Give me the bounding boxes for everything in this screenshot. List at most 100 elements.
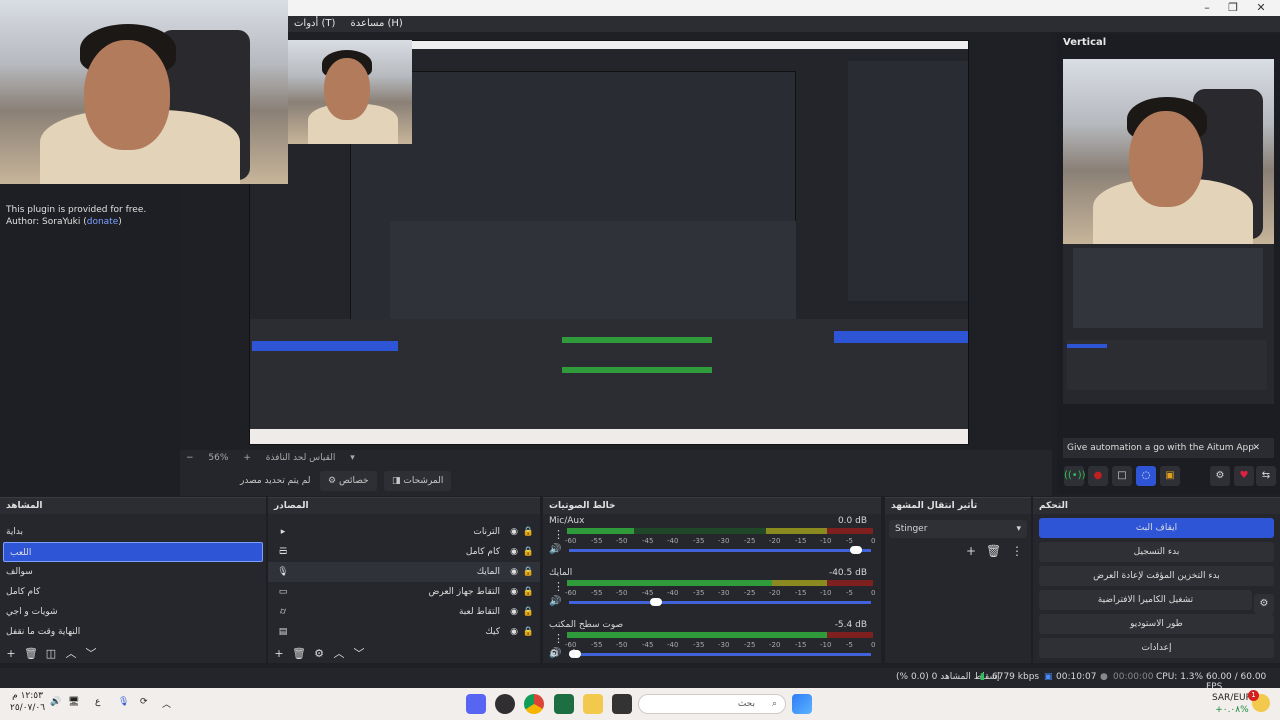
zoom-out-button[interactable]: − <box>180 450 200 466</box>
source-item[interactable]: ⌭ التقاط لعبة ◉ 🔒 <box>268 602 540 622</box>
start-recording-button[interactable]: بدء التسجيل <box>1039 542 1274 562</box>
source-up-button[interactable]: ︿ <box>330 645 348 663</box>
network-icon[interactable]: 🖥 <box>68 697 79 707</box>
scene-item[interactable]: بداية <box>0 522 266 542</box>
speaker-icon[interactable]: 🔊 <box>549 544 561 555</box>
donate-link[interactable]: donate <box>87 217 119 227</box>
transition-menu-button[interactable]: ⋮ <box>1011 544 1023 558</box>
discord-icon[interactable] <box>466 694 486 714</box>
lock-icon[interactable]: 🔒 <box>523 522 534 542</box>
mixer-settings-button[interactable]: ⚙ <box>545 645 563 663</box>
settings-button[interactable]: إعدادات <box>1039 638 1274 658</box>
clock[interactable]: ١٢:٥٣ م ٢٥/٠٧/٠٦ <box>10 690 45 714</box>
minimize-button[interactable]: – <box>1194 0 1220 16</box>
filters-button[interactable]: ◨ المرشحات <box>384 471 452 491</box>
language-indicator[interactable]: ع <box>95 697 100 707</box>
status-bar: إسقاط المشاهد 0 (0.0 %) ▮ 6779 kbps ▣ 00… <box>0 668 1280 692</box>
scene-filters-button[interactable]: ◫ <box>42 645 60 663</box>
share-icon[interactable]: ⇆ <box>1256 466 1276 486</box>
speaker-icon[interactable]: 🔊 <box>549 596 561 607</box>
channel-menu-icon[interactable]: ⋮ <box>553 528 564 541</box>
volume-slider[interactable] <box>569 598 871 606</box>
lock-icon[interactable]: 🔒 <box>523 562 534 582</box>
source-down-button[interactable]: ﹀ <box>350 645 368 663</box>
scene-up-button[interactable]: ︿ <box>62 645 80 663</box>
scene-item[interactable]: اللعب <box>3 542 263 562</box>
add-transition-button[interactable]: + <box>966 544 976 558</box>
transitions-dock: تأثير انتقال المشهد Stinger ▾ + 🗑 ⋮ <box>885 497 1031 663</box>
start-replay-buffer-button[interactable]: بدء التخزين المؤقت لإعادة العرض <box>1039 566 1274 586</box>
heart-icon[interactable]: ♥ <box>1234 466 1254 486</box>
virtual-cam-icon[interactable]: ▣ <box>1160 466 1180 486</box>
source-item[interactable]: ▭ التقاط جهاز العرض ◉ 🔒 <box>268 582 540 602</box>
gear-icon[interactable]: ⚙ <box>1210 466 1230 486</box>
channel-menu-icon[interactable]: ⋮ <box>553 580 564 593</box>
add-scene-button[interactable]: + <box>2 645 20 663</box>
add-source-button[interactable]: + <box>270 645 288 663</box>
eye-icon[interactable]: ◉ <box>510 602 518 622</box>
transition-select[interactable]: Stinger ▾ <box>889 520 1027 538</box>
slider-knob[interactable] <box>650 598 662 606</box>
stop-streaming-button[interactable]: ايقاف البث <box>1039 518 1274 538</box>
source-item[interactable]: 🎙 المايك ◉ 🔒 <box>268 562 540 582</box>
excel-icon[interactable] <box>554 694 574 714</box>
eye-icon[interactable]: ◉ <box>510 522 518 542</box>
close-icon[interactable]: ✕ <box>1252 438 1260 458</box>
eye-icon[interactable]: ◉ <box>510 542 518 562</box>
source-item[interactable]: ▸ ▭ الترنات ◉ 🔒 <box>268 522 540 557</box>
source-name: كام كامل <box>465 547 500 557</box>
menu-tools[interactable]: أدوات (T) <box>288 16 341 32</box>
signal-icon: ▮ <box>980 672 985 682</box>
folder-icon[interactable] <box>583 694 603 714</box>
lock-icon[interactable]: 🔒 <box>523 602 534 622</box>
record-icon[interactable]: ● <box>1088 466 1108 486</box>
taskbar-search[interactable]: بحث ⌕ <box>638 694 786 714</box>
microphone-icon[interactable]: 🎙 <box>118 697 129 707</box>
chevron-down-icon[interactable]: ▾ <box>344 450 361 466</box>
source-item[interactable]: ☰ كام كامل ◉ 🔒 <box>268 542 540 562</box>
mixer-menu-button[interactable]: ⋮ <box>565 645 583 663</box>
scene-item[interactable]: كام كامل <box>0 582 266 602</box>
scene-down-button[interactable]: ﹀ <box>82 645 100 663</box>
lock-icon[interactable]: 🔒 <box>523 582 534 602</box>
app-icon[interactable] <box>612 694 632 714</box>
chrome-icon[interactable] <box>524 694 544 714</box>
properties-button[interactable]: ⚙ خصائص <box>320 471 377 491</box>
sync-icon[interactable]: ⟳ <box>140 697 148 707</box>
chevron-up-icon[interactable]: ︿ <box>162 697 171 710</box>
obs-icon[interactable] <box>495 694 515 714</box>
eye-icon[interactable]: ◉ <box>510 562 518 582</box>
microphone-icon: 🎙 <box>277 567 289 577</box>
remove-scene-button[interactable]: 🗑 <box>22 645 40 663</box>
maximize-button[interactable]: ❐ <box>1220 0 1246 16</box>
close-window-button[interactable]: ✕ <box>1248 0 1274 16</box>
volume-icon[interactable]: 🔊 <box>50 697 61 707</box>
source-properties-button[interactable]: ⚙ <box>310 645 328 663</box>
source-item[interactable]: ▤ كيك ◉ 🔒 <box>268 622 540 642</box>
scene-item[interactable]: النهاية وقت ما نقفل <box>0 622 266 642</box>
menu-help[interactable]: مساعدة (H) <box>345 16 409 32</box>
remove-transition-button[interactable]: 🗑 <box>986 544 1001 558</box>
eye-icon[interactable]: ◉ <box>510 582 518 602</box>
lock-icon[interactable]: 🔒 <box>523 542 534 562</box>
channel-db: -5.4 dB <box>834 620 867 630</box>
volume-slider[interactable] <box>569 546 871 554</box>
windows-start-icon[interactable] <box>792 694 812 714</box>
gear-icon[interactable]: ⚙ <box>1254 594 1274 614</box>
scene-item[interactable]: شويات و اجي <box>0 602 266 622</box>
channel-menu-icon[interactable]: ⋮ <box>553 632 564 645</box>
remove-source-button[interactable]: 🗑 <box>290 645 308 663</box>
lock-icon[interactable]: 🔒 <box>523 622 534 642</box>
scene-item[interactable]: سوالف <box>0 562 266 582</box>
vertical-toolbar: ((•)) ● □ ◌ ▣ ⚙ ♥ ⇆ <box>1060 466 1276 488</box>
slider-knob[interactable] <box>850 546 862 554</box>
replay-icon[interactable]: ◌ <box>1136 466 1156 486</box>
eye-icon[interactable]: ◉ <box>510 622 518 642</box>
studio-mode-button[interactable]: طور الاستوديو <box>1039 614 1274 634</box>
currency-widget[interactable]: SAR/EUR +٠.٠٨% <box>1212 692 1252 716</box>
stream-icon[interactable]: ((•)) <box>1064 466 1086 486</box>
zoom-in-button[interactable]: + <box>237 450 257 466</box>
backtrack-icon[interactable]: □ <box>1112 466 1132 486</box>
widgets-icon[interactable]: 1 <box>1248 690 1270 712</box>
start-virtual-camera-button[interactable]: تشغيل الكاميرا الافتراضية <box>1039 590 1252 610</box>
